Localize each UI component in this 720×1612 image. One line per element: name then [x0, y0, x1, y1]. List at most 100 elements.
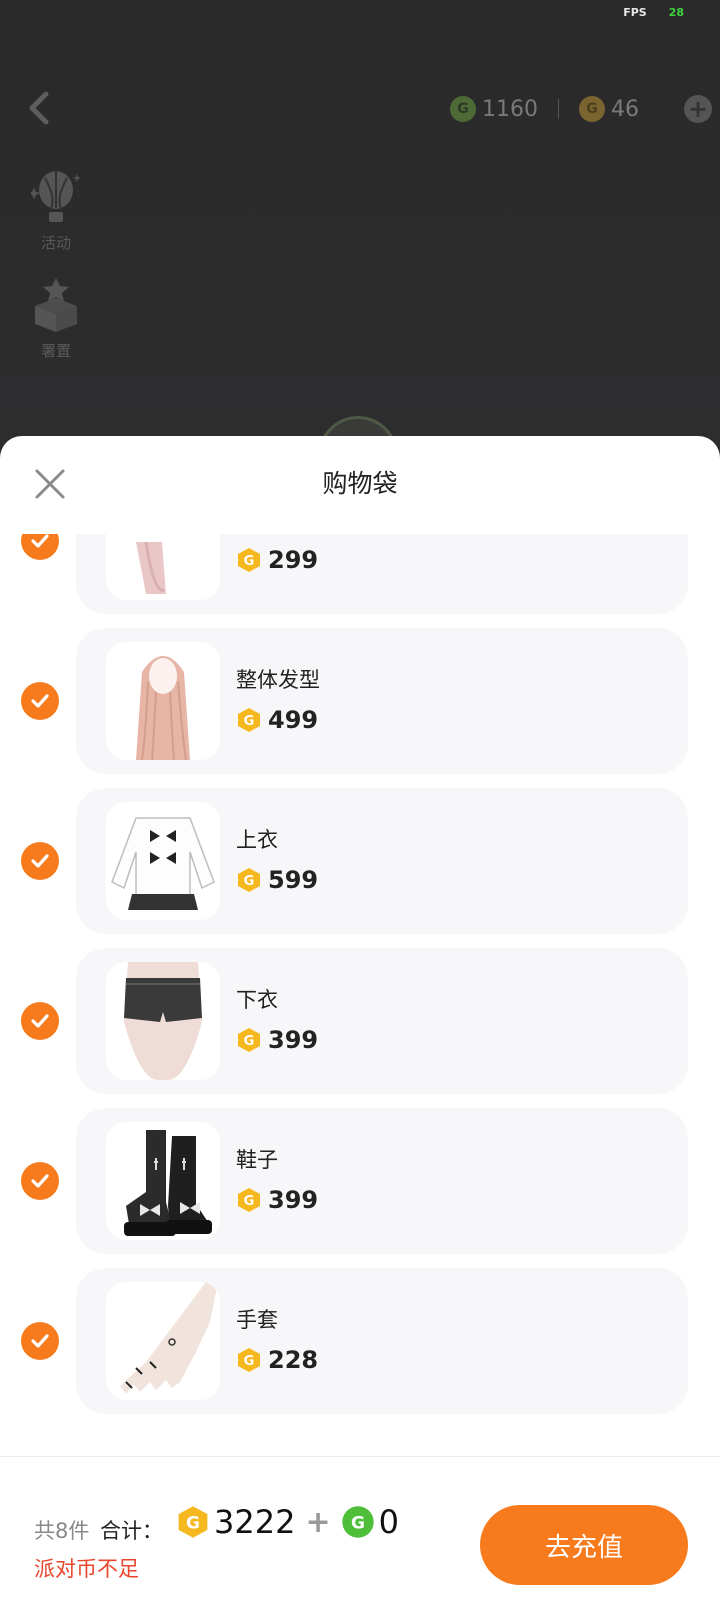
green-currency-value: 1160 [482, 96, 538, 122]
side-item-wardrobe[interactable]: 署置 [26, 276, 86, 361]
item-price-value: 499 [268, 706, 319, 734]
checkmark-icon [31, 854, 49, 868]
fps-label: FPS [623, 6, 647, 19]
svg-text:G: G [244, 1354, 255, 1369]
checkout-footer: 共8件 合计： G 3222 + G 0 派对币不足 去充值 [0, 1456, 720, 1612]
item-card[interactable]: 上衣 G 599 [76, 788, 688, 934]
svg-text:G: G [244, 714, 255, 729]
item-checkbox[interactable] [21, 1162, 59, 1200]
fps-counter: FPS 28 [623, 6, 684, 19]
item-price: G 228 [236, 1346, 318, 1374]
cart-item: G 299 [0, 534, 720, 628]
item-checkbox[interactable] [21, 1002, 59, 1040]
side-item-activity-label: 活动 [40, 234, 71, 252]
item-thumbnail [106, 1122, 220, 1240]
green-total-value: 0 [378, 1503, 399, 1541]
cart-item: 鞋子 G 399 [0, 1108, 720, 1268]
checkmark-icon [31, 1174, 49, 1188]
sheet-header: 购物袋 [0, 436, 720, 522]
item-card[interactable]: 手套 G 228 [76, 1268, 688, 1414]
item-checkbox[interactable] [21, 534, 59, 560]
svg-text:G: G [244, 1034, 255, 1049]
side-item-wardrobe-label: 署置 [40, 342, 71, 360]
item-name: 手套 [236, 1308, 278, 1332]
recharge-button[interactable]: 去充值 [480, 1505, 688, 1585]
item-count: 共8件 [34, 1519, 90, 1543]
item-thumbnail [106, 802, 220, 920]
shopping-bag-sheet: 购物袋 G 299 整体发型 G 499 上衣 G 599 下衣 G 399 鞋… [0, 436, 720, 1612]
item-card[interactable]: 下衣 G 399 [76, 948, 688, 1094]
plus-sign: + [305, 1504, 331, 1540]
item-price-value: 299 [268, 546, 319, 574]
gold-coin-icon: G [236, 707, 262, 733]
total-label: 合计： [100, 1519, 163, 1543]
item-price-value: 599 [268, 866, 319, 894]
total-amount: G 3222 + G 0 [176, 1503, 405, 1541]
cart-item: 手套 G 228 [0, 1268, 720, 1428]
checkmark-icon [31, 1334, 49, 1348]
svg-text:G: G [244, 874, 255, 889]
gold-coin-icon: G [236, 1027, 262, 1053]
side-item-activity[interactable]: 活动 [26, 168, 86, 253]
svg-text:G: G [244, 1194, 255, 1209]
boots-image [124, 1130, 212, 1236]
svg-text:G: G [244, 554, 255, 569]
item-card[interactable]: 鞋子 G 399 [76, 1108, 688, 1254]
gold-currency-value: 46 [611, 96, 639, 122]
gold-total-value: 3222 [214, 1503, 296, 1541]
chevron-left-icon [29, 91, 49, 125]
item-name: 下衣 [236, 988, 278, 1012]
item-price-value: 228 [268, 1346, 319, 1374]
sheet-title: 购物袋 [322, 469, 398, 498]
checkmark-icon [31, 1014, 49, 1028]
balloon-icon [28, 171, 81, 222]
svg-text:G: G [186, 1514, 200, 1534]
item-name: 鞋子 [236, 1148, 278, 1172]
green-coin-icon: G [341, 1505, 375, 1539]
item-card[interactable]: 整体发型 G 499 [76, 628, 688, 774]
currency-bar: G 1160 G 46 + [450, 92, 712, 126]
currency-divider [558, 99, 559, 119]
cart-list[interactable]: G 299 整体发型 G 499 上衣 G 599 下衣 G 399 鞋子 G … [0, 534, 720, 1444]
item-price: G 299 [236, 546, 318, 574]
item-price: G 399 [236, 1026, 318, 1054]
item-checkbox[interactable] [21, 842, 59, 880]
green-coin-icon: G [450, 96, 476, 122]
insufficient-funds-warning: 派对币不足 [34, 1557, 139, 1581]
item-thumbnail [106, 534, 220, 600]
shorts-image [124, 962, 202, 1080]
gloves-image [120, 1282, 218, 1394]
item-checkbox[interactable] [21, 1322, 59, 1360]
cart-item: 下衣 G 399 [0, 948, 720, 1108]
cart-item: 整体发型 G 499 [0, 628, 720, 788]
cart-item: 上衣 G 599 [0, 788, 720, 948]
item-checkbox[interactable] [21, 682, 59, 720]
item-thumbnail [106, 1282, 220, 1400]
svg-text:G: G [351, 1514, 365, 1534]
gold-coin-icon: G [236, 547, 262, 573]
fps-value: 28 [668, 6, 684, 19]
item-price: G 499 [236, 706, 318, 734]
gold-coin-icon: G [236, 1347, 262, 1373]
item-price-value: 399 [268, 1186, 319, 1214]
item-thumbnail [106, 962, 220, 1080]
add-currency-button[interactable]: + [684, 95, 712, 123]
gift-box-icon [35, 278, 77, 332]
gold-coin-icon: G [236, 1187, 262, 1213]
item-card[interactable]: G 299 [76, 534, 688, 614]
item-price: G 399 [236, 1186, 318, 1214]
item-thumbnail [106, 642, 220, 760]
item-price: G 599 [236, 866, 318, 894]
item-name: 上衣 [236, 828, 278, 852]
checkmark-icon [31, 694, 49, 708]
item-price-value: 399 [268, 1026, 319, 1054]
checkmark-icon [31, 534, 49, 548]
back-button[interactable] [24, 88, 56, 128]
item-name: 整体发型 [236, 668, 320, 692]
top-pink-image [136, 541, 166, 594]
gold-coin-icon: G [236, 867, 262, 893]
gold-coin-icon: G [579, 96, 605, 122]
gold-coin-icon: G [176, 1505, 210, 1539]
hairstyle-image [136, 656, 190, 760]
shirt-image [111, 817, 215, 910]
